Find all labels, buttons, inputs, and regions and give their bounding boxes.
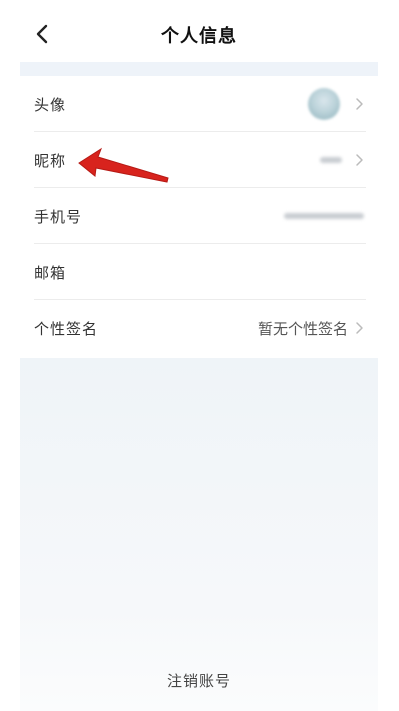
phone-row: 手机号 xyxy=(20,188,378,244)
profile-screen: 个人信息 头像 昵称 手机号 邮箱 个性签名 暂无个性签名 注销账号 xyxy=(20,0,378,711)
chevron-right-icon xyxy=(356,154,363,166)
phone-label: 手机号 xyxy=(34,207,83,226)
empty-area xyxy=(20,358,378,711)
profile-info-list: 头像 昵称 手机号 邮箱 个性签名 暂无个性签名 xyxy=(20,76,378,356)
signature-label: 个性签名 xyxy=(34,319,99,338)
nickname-row[interactable]: 昵称 xyxy=(20,132,378,188)
deactivate-account-button[interactable]: 注销账号 xyxy=(20,670,378,691)
nickname-value-blurred xyxy=(320,157,342,163)
email-label: 邮箱 xyxy=(34,263,67,282)
signature-row[interactable]: 个性签名 暂无个性签名 xyxy=(20,300,378,356)
nickname-label: 昵称 xyxy=(34,151,67,170)
page-title: 个人信息 xyxy=(161,26,237,47)
chevron-right-icon xyxy=(356,98,363,110)
email-row[interactable]: 邮箱 xyxy=(20,244,378,300)
avatar-row[interactable]: 头像 xyxy=(20,76,378,132)
navigation-bar: 个人信息 xyxy=(20,0,378,62)
section-separator xyxy=(20,62,378,76)
signature-value: 暂无个性签名 xyxy=(257,319,348,338)
phone-value-blurred xyxy=(284,213,364,219)
avatar xyxy=(308,88,340,120)
avatar-label: 头像 xyxy=(34,95,67,114)
chevron-right-icon xyxy=(356,322,363,334)
